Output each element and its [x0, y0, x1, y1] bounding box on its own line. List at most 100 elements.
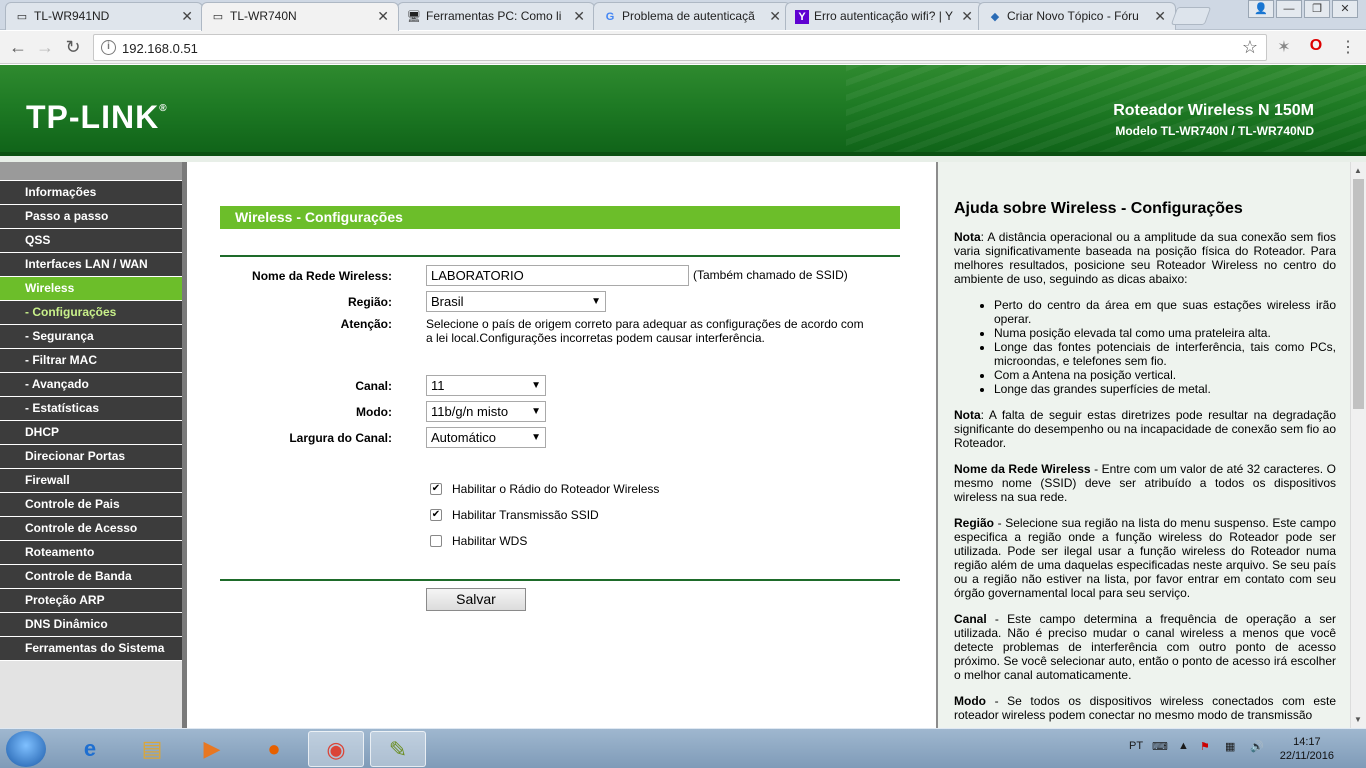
user-icon[interactable]: 👤 — [1248, 0, 1274, 18]
ssid-hint: (Também chamado de SSID) — [693, 268, 848, 282]
close-icon[interactable]: ✕ — [573, 8, 585, 25]
media-player-icon[interactable]: ▶ — [184, 731, 240, 767]
ssid-broadcast-checkbox[interactable]: ✔ — [430, 509, 442, 521]
help-mode: Modo - Se todos os dispositivos wireless… — [954, 694, 1336, 722]
show-hidden-icons[interactable]: ▲ — [1178, 740, 1189, 752]
menu-top-bar — [0, 162, 182, 181]
scroll-down-icon[interactable]: ▼ — [1354, 715, 1362, 724]
tab-tl-wr941nd[interactable]: ▭ TL-WR941ND ✕ — [5, 2, 203, 30]
dropdown-arrow-icon: ▼ — [591, 296, 601, 307]
scroll-up-icon[interactable]: ▲ — [1354, 166, 1362, 175]
close-icon[interactable]: ✕ — [1154, 8, 1166, 25]
tab-title: TL-WR740N — [230, 9, 297, 23]
save-button[interactable]: Salvar — [426, 588, 526, 611]
reload-icon[interactable]: ↻ — [61, 36, 85, 58]
opera-extension-icon[interactable]: O — [1305, 37, 1327, 55]
tab-ferramentas-pc[interactable]: 🖥 Ferramentas PC: Como li ✕ — [397, 2, 595, 30]
mode-select[interactable]: 11b/g/n misto ▼ — [426, 401, 546, 422]
product-name: Roteador Wireless N 150M — [1113, 102, 1314, 119]
tab-problema-autenticacao[interactable]: G Problema de autenticaçã ✕ — [593, 2, 791, 30]
help-note-2: Nota: A falta de seguir estas diretrizes… — [954, 408, 1336, 450]
menu-icon[interactable]: ⋮ — [1337, 37, 1359, 57]
mode-label: Modo: — [356, 405, 392, 419]
dropdown-arrow-icon: ▼ — [531, 406, 541, 417]
monitor-icon: 🖥 — [407, 11, 421, 23]
menu-item-controle-de-acesso[interactable]: Controle de Acesso — [0, 517, 182, 541]
menu-item-controle-de-pais[interactable]: Controle de Pais — [0, 493, 182, 517]
chrome-icon[interactable]: ◉ — [308, 731, 364, 767]
info-icon[interactable]: i — [101, 40, 116, 55]
paint-icon[interactable]: ✎ — [370, 731, 426, 767]
internet-explorer-icon[interactable]: e — [62, 731, 118, 767]
help-channel: Canal - Este campo determina a frequênci… — [954, 612, 1336, 682]
volume-icon[interactable]: 🔊 — [1250, 740, 1264, 753]
menu-item-firewall[interactable]: Firewall — [0, 469, 182, 493]
windows-start-icon[interactable] — [6, 731, 46, 767]
wds-checkbox[interactable] — [430, 535, 442, 547]
channel-select[interactable]: 11 ▼ — [426, 375, 546, 396]
menu-item-roteamento[interactable]: Roteamento — [0, 541, 182, 565]
divider — [220, 579, 900, 581]
new-tab-button[interactable] — [1170, 7, 1212, 25]
bookmark-star-icon[interactable]: ☆ — [1242, 37, 1258, 58]
language-indicator[interactable]: PT — [1129, 740, 1143, 752]
channel-width-value: Automático — [431, 430, 497, 445]
tab-criar-novo-topico[interactable]: ◆ Criar Novo Tópico - Fóru ✕ — [978, 2, 1176, 30]
action-center-icon[interactable]: ⚑ — [1200, 740, 1210, 753]
menu-item-interfaces-lan-wan[interactable]: Interfaces LAN / WAN — [0, 253, 182, 277]
help-region: Região - Selecione sua região na lista d… — [954, 516, 1336, 600]
menu-item-configurações[interactable]: - Configurações — [0, 301, 182, 325]
file-explorer-icon[interactable]: ▤ — [124, 731, 180, 767]
list-item: Numa posição elevada tal como uma pratel… — [994, 326, 1336, 340]
back-icon[interactable]: ← — [6, 36, 30, 58]
menu-item-qss[interactable]: QSS — [0, 229, 182, 253]
tab-title: Ferramentas PC: Como li — [426, 9, 562, 23]
url-text[interactable]: 192.168.0.51 — [122, 41, 198, 56]
close-icon[interactable]: ✕ — [181, 8, 193, 25]
tab-tl-wr740n[interactable]: ▭ TL-WR740N ✕ — [201, 2, 399, 31]
help-content: Ajuda sobre Wireless - Configurações Not… — [954, 201, 1336, 728]
warning-text: Selecione o país de origem correto para … — [426, 317, 864, 345]
page-icon: ▭ — [16, 11, 28, 23]
address-bar[interactable]: i 192.168.0.51 ☆ — [93, 34, 1267, 61]
maximize-button[interactable]: ❐ — [1304, 0, 1330, 18]
help-note-1: Nota: A distância operacional ou a ampli… — [954, 230, 1336, 286]
channel-value: 11 — [431, 378, 445, 393]
ssid-input[interactable]: LABORATORIO — [426, 265, 689, 286]
help-ssid: Nome da Rede Wireless - Entre com um val… — [954, 462, 1336, 504]
menu-item-dhcp[interactable]: DHCP — [0, 421, 182, 445]
keyboard-icon[interactable]: ⌨ — [1152, 740, 1168, 753]
menu-item-passo-a-passo[interactable]: Passo a passo — [0, 205, 182, 229]
scrollbar-thumb[interactable] — [1353, 179, 1364, 409]
window-controls: 👤 — ❐ ✕ — [1248, 0, 1358, 18]
menu-item-controle-de-banda[interactable]: Controle de Banda — [0, 565, 182, 589]
minimize-button[interactable]: — — [1276, 0, 1302, 18]
dropdown-arrow-icon: ▼ — [531, 380, 541, 391]
close-window-button[interactable]: ✕ — [1332, 0, 1358, 18]
help-scrollbar[interactable]: ▲ ▼ — [1350, 162, 1366, 728]
radio-enable-label: Habilitar o Rádio do Roteador Wireless — [452, 482, 660, 496]
firefox-icon[interactable]: ● — [246, 731, 302, 767]
menu-item-informações[interactable]: Informações — [0, 181, 182, 205]
menu-item-dns-dinâmico[interactable]: DNS Dinâmico — [0, 613, 182, 637]
close-icon[interactable]: ✕ — [769, 8, 781, 25]
menu-item-ferramentas-do-sistema[interactable]: Ferramentas do Sistema — [0, 637, 182, 661]
menu-item-proteção-arp[interactable]: Proteção ARP — [0, 589, 182, 613]
region-select[interactable]: Brasil ▼ — [426, 291, 606, 312]
close-icon[interactable]: ✕ — [377, 8, 389, 25]
channel-width-select[interactable]: Automático ▼ — [426, 427, 546, 448]
forward-icon[interactable]: → — [33, 36, 57, 58]
menu-item-avançado[interactable]: - Avançado — [0, 373, 182, 397]
close-icon[interactable]: ✕ — [961, 8, 973, 25]
clock[interactable]: 14:17 22/11/2016 — [1280, 735, 1334, 763]
menu-item-segurança[interactable]: - Segurança — [0, 325, 182, 349]
menu-item-estatísticas[interactable]: - Estatísticas — [0, 397, 182, 421]
menu-item-wireless[interactable]: Wireless — [0, 277, 182, 301]
warning-label: Atenção: — [340, 317, 392, 331]
tab-erro-autenticacao[interactable]: Y Erro autenticação wifi? | Y ✕ — [785, 2, 983, 30]
menu-item-filtrar-mac[interactable]: - Filtrar MAC — [0, 349, 182, 373]
radio-enable-checkbox[interactable]: ✔ — [430, 483, 442, 495]
network-icon[interactable]: ▦ — [1225, 740, 1235, 753]
extension-icon[interactable]: ✶ — [1273, 37, 1295, 57]
menu-item-direcionar-portas[interactable]: Direcionar Portas — [0, 445, 182, 469]
